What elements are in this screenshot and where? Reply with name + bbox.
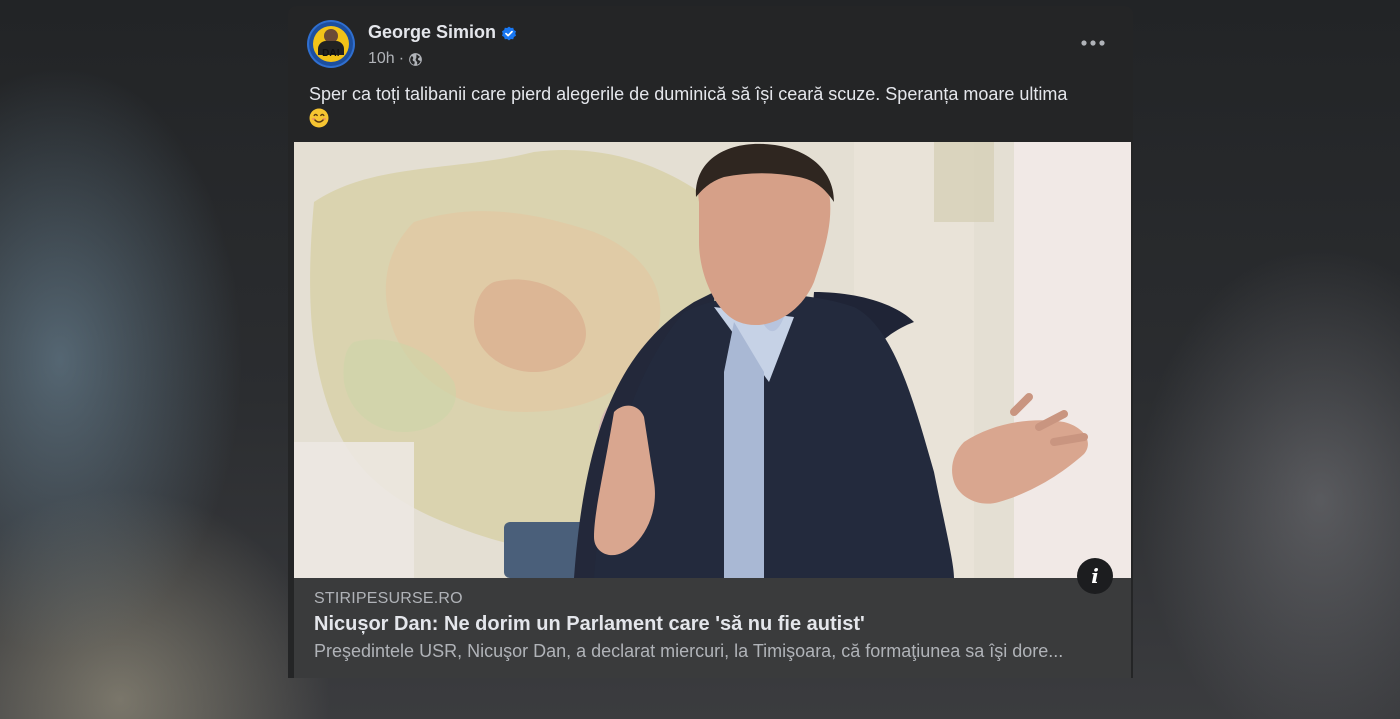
article-photo[interactable]: [294, 142, 1131, 578]
globe-icon: [409, 52, 422, 66]
info-icon[interactable]: i: [1077, 558, 1113, 594]
more-options-icon[interactable]: [1078, 33, 1108, 53]
author-name[interactable]: George Simion: [368, 22, 496, 43]
author-avatar[interactable]: DA!: [309, 22, 353, 66]
verified-badge-icon: [502, 26, 516, 41]
meta-separator: ·: [398, 50, 405, 67]
post-text: Sper ca toți talibanii care pierd aleger…: [309, 82, 1114, 132]
post-message: Sper ca toți talibanii care pierd aleger…: [309, 84, 1068, 104]
facebook-post-card: DA! George Simion 10h · Sper ca toți tal…: [288, 6, 1133, 678]
post-meta: 10h ·: [368, 50, 423, 68]
avatar-text: DA!: [322, 48, 340, 59]
avatar-image: DA!: [313, 26, 349, 62]
link-headline[interactable]: Nicușor Dan: Ne dorim un Parlament care …: [314, 613, 865, 636]
smiling-face-emoji: [309, 108, 329, 128]
link-description: Preşedintele USR, Nicuşor Dan, a declara…: [314, 641, 1064, 661]
link-preview[interactable]: STIRIPESURSE.RO Nicușor Dan: Ne dorim un…: [294, 578, 1131, 678]
link-domain: STIRIPESURSE.RO: [314, 590, 463, 607]
post-time[interactable]: 10h: [368, 50, 395, 68]
